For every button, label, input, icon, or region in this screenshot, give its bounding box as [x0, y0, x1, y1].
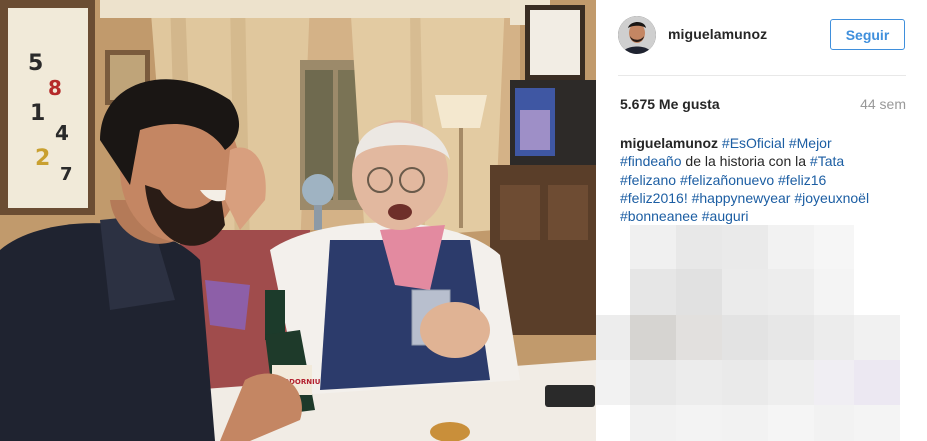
hashtag-link[interactable]: #joyeuxnoël — [794, 190, 869, 206]
follow-button[interactable]: Seguir — [830, 19, 905, 50]
hashtag-link[interactable]: #Tata — [810, 153, 844, 169]
svg-text:7: 7 — [60, 164, 73, 185]
username-link[interactable]: miguelamunoz — [668, 26, 767, 42]
post-header: miguelamunoz Seguir — [596, 0, 927, 72]
photo-illustration: 5 8 1 4 2 7 CODORNIU — [0, 0, 596, 441]
hashtag-link[interactable]: #felizano — [620, 172, 676, 188]
caption-text: de la historia con la — [681, 153, 810, 170]
svg-text:1: 1 — [30, 101, 45, 126]
post-caption: miguelamunoz #EsOficial #Mejor #findeaño… — [620, 134, 895, 225]
hashtag-link[interactable]: #Mejor — [789, 135, 832, 151]
header-divider — [618, 75, 906, 76]
hashtag-link[interactable]: #happynewyear — [692, 190, 791, 206]
caption-author[interactable]: miguelamunoz — [620, 135, 718, 151]
profile-picture-icon — [618, 16, 656, 54]
svg-text:4: 4 — [55, 121, 69, 145]
svg-text:8: 8 — [48, 76, 62, 100]
hashtag-link[interactable]: #findeaño — [620, 153, 682, 169]
hashtag-link[interactable]: #felizañonuevo — [680, 172, 774, 188]
post-sidebar: miguelamunoz Seguir 5.675 Me gusta 44 se… — [596, 0, 927, 441]
likes-count[interactable]: 5.675 Me gusta — [620, 96, 720, 112]
hashtag-link[interactable]: #EsOficial — [722, 135, 785, 151]
post-photo[interactable]: 5 8 1 4 2 7 CODORNIU — [0, 0, 596, 441]
post-timestamp[interactable]: 44 sem — [860, 96, 906, 112]
hashtag-link[interactable]: #feliz2016! — [620, 190, 688, 206]
svg-text:2: 2 — [35, 146, 50, 171]
hashtag-link[interactable]: #auguri — [702, 208, 749, 224]
hashtag-link[interactable]: #bonneanee — [620, 208, 698, 224]
hashtag-link[interactable]: #feliz16 — [778, 172, 826, 188]
svg-text:5: 5 — [28, 51, 43, 76]
avatar[interactable] — [618, 16, 656, 54]
pixelated-comments-area — [596, 225, 927, 441]
